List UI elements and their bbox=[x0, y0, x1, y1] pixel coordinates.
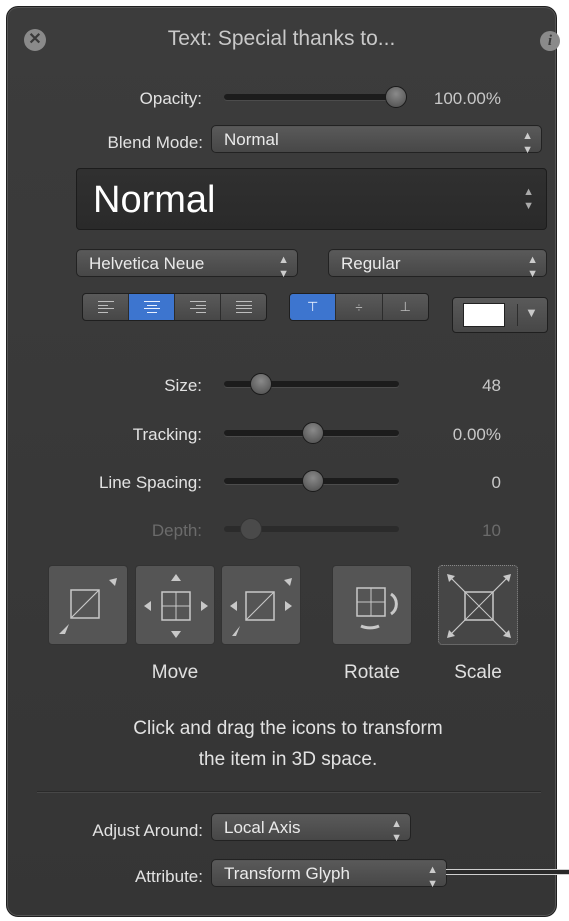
attribute-label: Attribute: bbox=[134, 867, 203, 886]
align-bottom-icon: ⊥ bbox=[399, 299, 411, 314]
popup-arrows-icon: ▲ ▼ bbox=[278, 254, 289, 280]
popup-arrows-icon: ▲ ▼ bbox=[391, 818, 402, 844]
blend-mode-value: Normal bbox=[224, 130, 279, 149]
scale-tool[interactable] bbox=[438, 565, 518, 645]
rotate-label: Rotate bbox=[344, 662, 400, 683]
depth-slider-knob bbox=[239, 518, 262, 540]
attribute-popup[interactable]: Transform Glyph ▲ ▼ bbox=[211, 859, 447, 890]
move-cross-tool[interactable] bbox=[135, 565, 215, 645]
popup-arrows-icon: ▲ ▼ bbox=[523, 186, 534, 212]
align-middle-button[interactable]: ÷ bbox=[336, 294, 383, 320]
popup-arrows-icon: ▲ ▼ bbox=[427, 864, 438, 890]
rotate-icon bbox=[356, 587, 398, 630]
transform-hint-line1: Click and drag the icons to transform bbox=[133, 718, 443, 739]
popup-arrows-icon: ▲ ▼ bbox=[522, 130, 533, 156]
align-center-icon bbox=[143, 301, 160, 313]
move-3d-tool[interactable] bbox=[221, 565, 301, 645]
align-left-icon bbox=[97, 301, 114, 313]
depth-value: 10 bbox=[482, 521, 501, 540]
line-spacing-slider-knob[interactable] bbox=[301, 470, 324, 492]
move-label: Move bbox=[151, 662, 199, 683]
font-style-popup[interactable]: Regular ▲ ▼ bbox=[328, 249, 547, 280]
align-left-button[interactable] bbox=[83, 294, 129, 320]
align-middle-icon: ÷ bbox=[355, 299, 363, 315]
font-style-value: Regular bbox=[341, 254, 401, 273]
move-arrows-icon bbox=[144, 574, 208, 638]
align-bottom-button[interactable]: ⊥ bbox=[383, 294, 428, 320]
text-color-well[interactable]: ▼ bbox=[452, 297, 548, 333]
style-preset-value: Normal bbox=[93, 179, 216, 221]
divider bbox=[37, 791, 541, 792]
style-preset-popup[interactable]: Normal ▲ ▼ bbox=[76, 168, 547, 230]
align-center-button[interactable] bbox=[129, 294, 175, 320]
adjust-around-popup[interactable]: Local Axis ▲ ▼ bbox=[211, 813, 411, 844]
size-slider-knob[interactable] bbox=[249, 373, 272, 395]
connector-line bbox=[446, 869, 569, 875]
align-right-icon bbox=[189, 301, 206, 313]
chevron-down-icon[interactable]: ▼ bbox=[525, 305, 538, 320]
opacity-slider[interactable] bbox=[224, 94, 399, 100]
opacity-slider-knob[interactable] bbox=[385, 86, 407, 108]
blend-mode-label: Blend Mode: bbox=[107, 133, 203, 152]
rotate-tool[interactable] bbox=[332, 565, 412, 645]
horizontal-alignment-control bbox=[82, 293, 267, 321]
scale-icon bbox=[447, 574, 511, 638]
color-swatch[interactable] bbox=[463, 303, 505, 327]
adjust-around-value: Local Axis bbox=[224, 818, 301, 837]
font-family-popup[interactable]: Helvetica Neue ▲ ▼ bbox=[76, 249, 298, 280]
move-3d-icon bbox=[230, 578, 292, 636]
line-spacing-label: Line Spacing: bbox=[98, 473, 202, 492]
align-right-button[interactable] bbox=[175, 294, 221, 320]
line-spacing-value[interactable]: 0 bbox=[407, 473, 501, 493]
move-diagonal-icon bbox=[59, 578, 117, 634]
move-xy-tool[interactable] bbox=[48, 565, 128, 645]
tracking-value[interactable]: 0.00% bbox=[407, 425, 501, 445]
popup-arrows-icon: ▲ ▼ bbox=[527, 254, 538, 280]
vertical-alignment-control: ⊤ ÷ ⊥ bbox=[289, 293, 429, 321]
adjust-around-label: Adjust Around: bbox=[92, 821, 203, 840]
align-top-icon: ⊤ bbox=[307, 299, 319, 314]
tracking-slider-knob[interactable] bbox=[301, 422, 324, 444]
font-family-value: Helvetica Neue bbox=[89, 254, 205, 273]
attribute-value: Transform Glyph bbox=[224, 864, 350, 883]
info-icon[interactable]: i bbox=[540, 31, 560, 51]
tracking-label: Tracking: bbox=[132, 425, 202, 444]
scale-label: Scale bbox=[454, 662, 502, 683]
window-title: Text: Special thanks to... bbox=[167, 27, 396, 50]
size-value[interactable]: 48 bbox=[407, 376, 501, 396]
hud-panel: ✕ Text: Special thanks to... i Opacity: … bbox=[6, 6, 560, 917]
size-label: Size: bbox=[164, 376, 202, 395]
transform-hint-line2: the item in 3D space. bbox=[198, 749, 378, 770]
justify-icon bbox=[235, 301, 252, 313]
opacity-value[interactable]: 100.00% bbox=[407, 89, 501, 109]
align-top-button[interactable]: ⊤ bbox=[290, 294, 337, 320]
justify-button[interactable] bbox=[221, 294, 266, 320]
depth-label: Depth: bbox=[151, 521, 202, 540]
blend-mode-popup[interactable]: Normal ▲ ▼ bbox=[211, 125, 542, 156]
opacity-label: Opacity: bbox=[139, 89, 202, 108]
